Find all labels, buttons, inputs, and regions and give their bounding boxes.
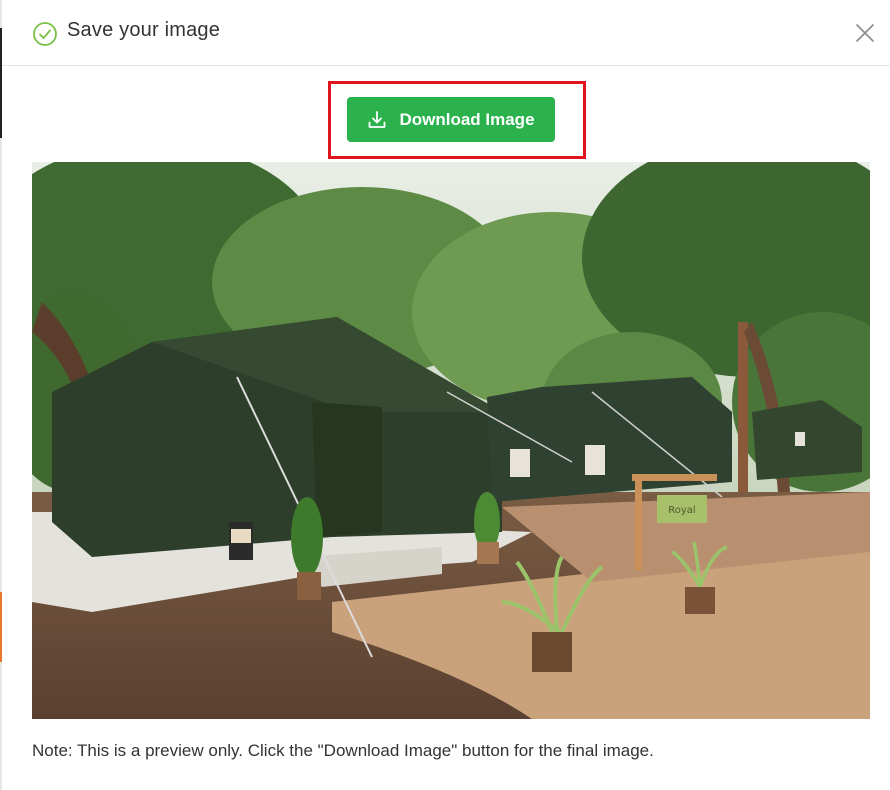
dialog-header: Save your image [2, 0, 890, 66]
save-image-dialog: Save your image Download Image Royal Not… [2, 0, 890, 790]
close-icon[interactable] [854, 22, 876, 44]
check-circle-icon [33, 22, 57, 46]
image-preview: Royal [32, 162, 870, 719]
download-icon [369, 110, 386, 128]
signpost-text: Royal [668, 505, 695, 516]
preview-note: Note: This is a preview only. Click the … [32, 741, 654, 760]
download-image-button[interactable]: Download Image [347, 97, 555, 142]
dialog-title: Save your image [67, 19, 221, 41]
download-button-label: Download Image [399, 109, 535, 129]
tent-camp-photo: Royal [32, 162, 870, 719]
